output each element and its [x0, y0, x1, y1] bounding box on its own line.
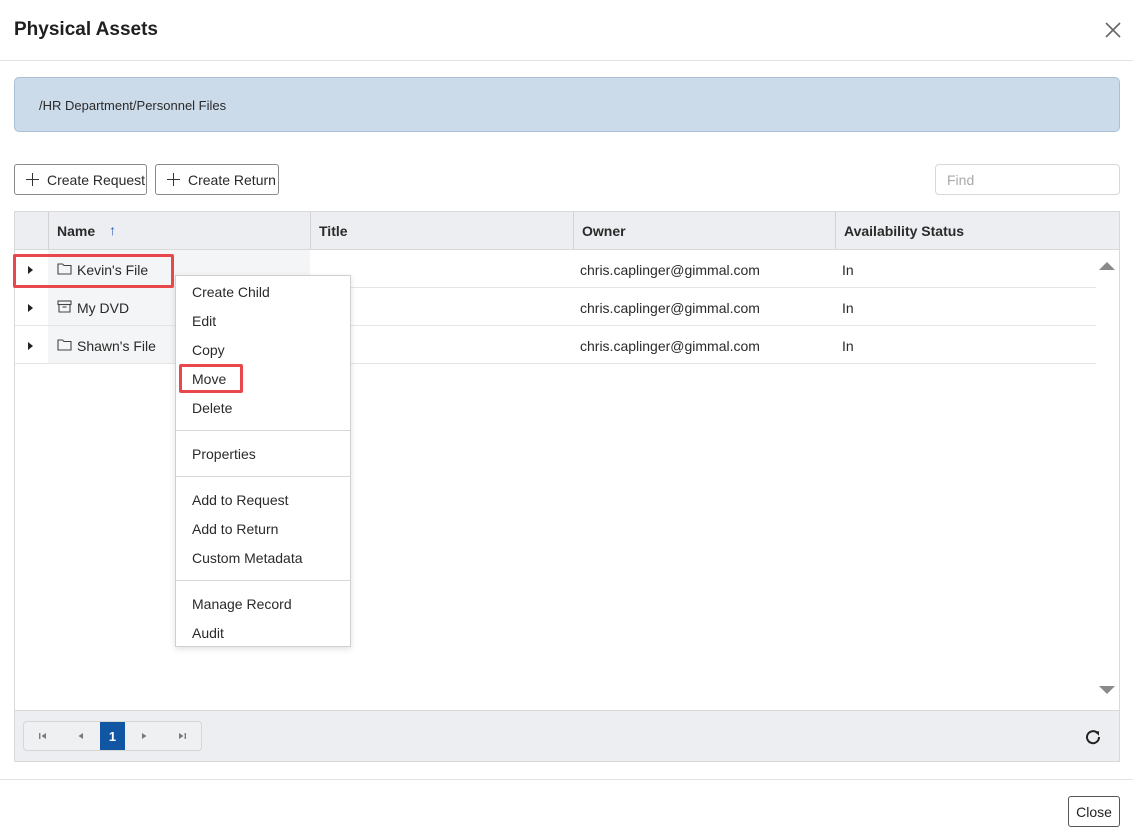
- menu-item-add-to-request[interactable]: Add to Request: [192, 492, 289, 508]
- last-page-icon: [179, 733, 187, 739]
- expand-arrow-icon[interactable]: [28, 342, 33, 350]
- plus-icon: [26, 173, 39, 186]
- menu-item-manage-record[interactable]: Manage Record: [192, 596, 292, 612]
- dialog-title: Physical Assets: [14, 19, 158, 40]
- column-header-owner[interactable]: Owner: [573, 212, 835, 250]
- dialog-header: Physical Assets: [0, 0, 1133, 61]
- status-cell: In: [842, 262, 854, 278]
- close-button[interactable]: Close: [1068, 796, 1120, 827]
- close-icon[interactable]: [1102, 19, 1124, 41]
- path-text: /HR Department/Personnel Files: [39, 98, 227, 113]
- menu-divider: [176, 580, 350, 581]
- menu-item-add-to-return[interactable]: Add to Return: [192, 521, 278, 537]
- pager: 1: [23, 721, 202, 751]
- page-number-button[interactable]: 1: [99, 722, 126, 750]
- menu-item-copy[interactable]: Copy: [192, 342, 225, 358]
- menu-item-properties[interactable]: Properties: [192, 446, 256, 462]
- grid-header: Name ↑ Title Owner Availability Status: [15, 212, 1119, 250]
- menu-divider: [176, 430, 350, 431]
- create-request-button[interactable]: Create Request: [14, 164, 147, 195]
- menu-item-custom-metadata[interactable]: Custom Metadata: [192, 550, 303, 566]
- plus-icon: [167, 173, 180, 186]
- last-page-button[interactable]: [163, 722, 201, 750]
- archive-box-icon: [57, 300, 72, 313]
- menu-item-move[interactable]: Move: [192, 371, 226, 387]
- owner-cell: chris.caplinger@gimmal.com: [580, 300, 760, 316]
- menu-item-edit[interactable]: Edit: [192, 313, 216, 329]
- create-return-label: Create Return: [188, 171, 276, 188]
- column-header-name[interactable]: Name ↑: [48, 212, 310, 250]
- folder-icon: [57, 263, 72, 275]
- menu-divider: [176, 476, 350, 477]
- status-cell: In: [842, 300, 854, 316]
- refresh-icon[interactable]: [1084, 728, 1102, 746]
- first-page-icon: [38, 733, 46, 739]
- next-page-button[interactable]: [125, 722, 163, 750]
- owner-cell: chris.caplinger@gimmal.com: [580, 338, 760, 354]
- first-page-button[interactable]: [24, 722, 62, 750]
- scroll-down-arrow-icon[interactable]: [1099, 686, 1115, 694]
- context-menu: Create Child Edit Copy Move Delete Prope…: [175, 275, 351, 647]
- column-header-availability-status[interactable]: Availability Status: [835, 212, 1119, 250]
- path-breadcrumb: /HR Department/Personnel Files: [14, 77, 1120, 132]
- menu-item-audit[interactable]: Audit: [192, 625, 224, 641]
- sort-ascending-icon: ↑: [109, 222, 117, 238]
- folder-icon: [57, 339, 72, 351]
- dialog-footer: [0, 779, 1133, 836]
- previous-page-icon: [78, 733, 83, 739]
- scroll-up-arrow-icon[interactable]: [1099, 262, 1115, 270]
- menu-item-delete[interactable]: Delete: [192, 400, 232, 416]
- owner-cell: chris.caplinger@gimmal.com: [580, 262, 760, 278]
- previous-page-button[interactable]: [62, 722, 100, 750]
- expand-arrow-icon[interactable]: [28, 304, 33, 312]
- create-return-button[interactable]: Create Return: [155, 164, 279, 195]
- next-page-icon: [142, 733, 147, 739]
- status-cell: In: [842, 338, 854, 354]
- expand-arrow-icon[interactable]: [28, 266, 33, 274]
- find-input[interactable]: [935, 164, 1120, 195]
- column-header-title[interactable]: Title: [310, 212, 573, 250]
- pager-bar: 1: [15, 710, 1119, 761]
- menu-item-create-child[interactable]: Create Child: [192, 284, 270, 300]
- create-request-label: Create Request: [47, 171, 146, 188]
